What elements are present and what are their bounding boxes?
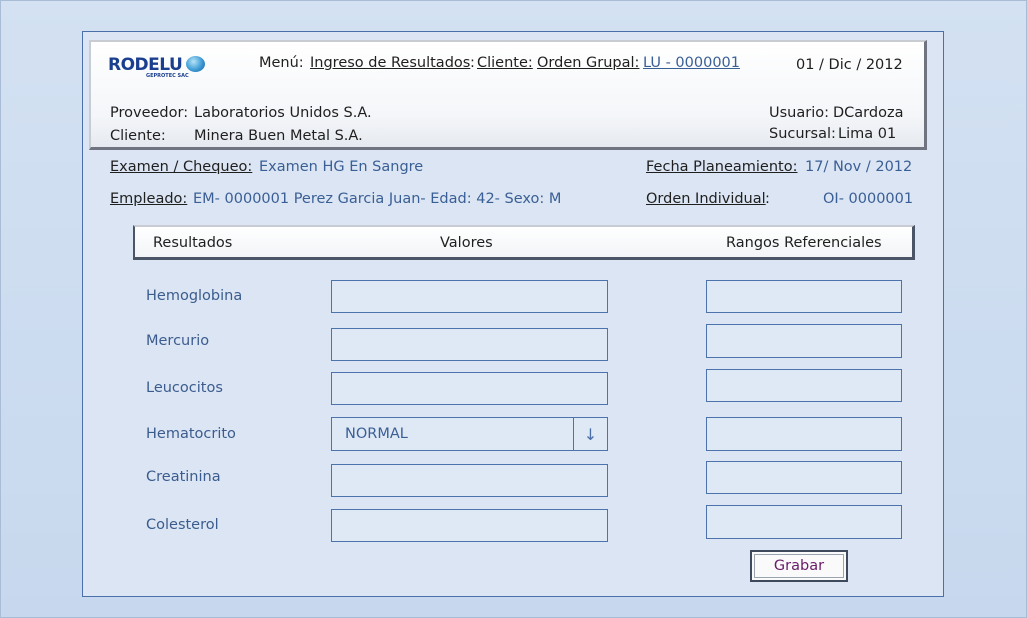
range-field-hematocrito[interactable] — [706, 417, 902, 451]
menu-item-link[interactable]: Ingreso de Resultados — [310, 55, 470, 71]
provider-label: Proveedor: — [110, 105, 189, 121]
company-logo: RODELU GEPROTEC SAC — [108, 55, 206, 83]
col-values-header: Valores — [440, 235, 493, 251]
range-field-leucocitos[interactable] — [706, 369, 902, 402]
row-label-mercurio: Mercurio — [146, 333, 210, 349]
range-field-mercurio[interactable] — [706, 324, 902, 358]
save-button-label: Grabar — [773, 558, 825, 574]
select-value: NORMAL — [345, 426, 408, 442]
logo-text: RODELU — [108, 55, 183, 75]
value-field-colesterol[interactable] — [331, 509, 608, 542]
value-field-creatinina[interactable] — [331, 464, 608, 497]
range-field-creatinina[interactable] — [706, 461, 902, 494]
plan-date-value: 17/ Nov / 2012 — [805, 159, 913, 175]
value-select-hematocrito[interactable]: NORMAL ↓ — [331, 417, 608, 451]
exam-label: Examen / Chequeo: — [110, 159, 253, 175]
col-results-header: Resultados — [153, 235, 233, 251]
individual-order-label: Orden Individual — [646, 191, 766, 207]
arrow-down-icon[interactable]: ↓ — [573, 418, 607, 450]
branch-value: Lima 01 — [838, 126, 897, 142]
client-label: Cliente: — [110, 128, 166, 144]
range-field-colesterol[interactable] — [706, 505, 902, 539]
value-field-mercurio[interactable] — [331, 328, 608, 361]
user-label: Usuario: — [769, 105, 829, 121]
value-field-hemoglobina[interactable] — [331, 280, 608, 313]
group-order-link[interactable]: Orden Grupal: — [537, 55, 639, 71]
value-field-leucocitos[interactable] — [331, 372, 608, 405]
employee-value: EM- 0000001 Perez Garcia Juan- Edad: 42-… — [193, 191, 562, 207]
row-label-colesterol: Colesterol — [146, 517, 219, 533]
branch-label: Sucursal: — [769, 126, 836, 142]
range-field-hemoglobina[interactable] — [706, 280, 902, 313]
employee-label: Empleado: — [110, 191, 188, 207]
row-label-hemoglobina: Hemoglobina — [146, 288, 243, 304]
menu-label: Menú: — [259, 55, 304, 71]
provider-value: Laboratorios Unidos S.A. — [194, 105, 372, 121]
globe-icon — [186, 56, 205, 72]
menu-separator: : — [470, 55, 475, 71]
individual-order-colon: : — [765, 191, 770, 207]
header-date: 01 / Dic / 2012 — [796, 57, 903, 73]
exam-value: Examen HG En Sangre — [259, 159, 424, 175]
user-value: DCardoza — [833, 105, 904, 121]
client-link[interactable]: Cliente: — [477, 55, 533, 71]
row-label-creatinina: Creatinina — [146, 469, 221, 485]
save-button[interactable]: Grabar — [750, 550, 848, 582]
row-label-hematocrito: Hematocrito — [146, 426, 236, 442]
client-value: Minera Buen Metal S.A. — [194, 128, 363, 144]
group-order-value[interactable]: LU - 0000001 — [643, 55, 740, 71]
plan-date-label: Fecha Planeamiento: — [646, 159, 798, 175]
row-label-leucocitos: Leucocitos — [146, 380, 223, 396]
logo-subtext: GEPROTEC SAC — [146, 73, 189, 79]
individual-order-value: OI- 0000001 — [823, 191, 914, 207]
col-ranges-header: Rangos Referenciales — [726, 235, 882, 251]
